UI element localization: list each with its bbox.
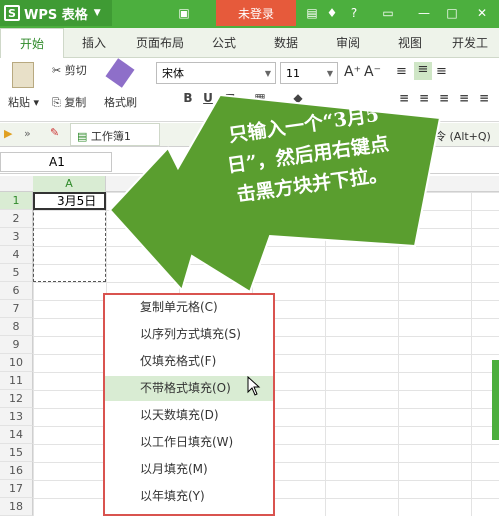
- folder-icon[interactable]: ▶: [4, 127, 12, 140]
- row-header[interactable]: 7: [0, 300, 33, 318]
- tab-insert[interactable]: 插入: [82, 34, 106, 51]
- tab-review[interactable]: 审阅: [336, 34, 360, 51]
- minimize-icon[interactable]: —: [416, 5, 432, 21]
- copy-button[interactable]: ⎘ 复制: [52, 94, 86, 110]
- sheet-icon: ▤: [77, 130, 88, 143]
- workbook-tab[interactable]: ▤ 工作簿1: [70, 123, 160, 146]
- underline-icon[interactable]: U: [200, 91, 216, 109]
- menu-item-fill-days[interactable]: 以天数填充(D): [105, 403, 273, 428]
- menu-item-fill-years[interactable]: 以年填充(Y): [105, 484, 273, 509]
- row-header[interactable]: 10: [0, 354, 33, 372]
- font-name-select[interactable]: 宋体 ▼: [156, 62, 276, 84]
- shirt-icon[interactable]: ♦: [324, 5, 340, 21]
- row-header[interactable]: 3: [0, 228, 33, 246]
- menu-item-fill-series[interactable]: 以序列方式填充(S): [105, 322, 273, 347]
- row-header[interactable]: 1: [0, 192, 33, 210]
- align-right-icon[interactable]: ≡: [436, 91, 452, 109]
- pin-icon[interactable]: ✎: [50, 126, 59, 139]
- paste-icon[interactable]: [12, 62, 34, 88]
- menu-item-fill-months[interactable]: 以月填充(M): [105, 457, 273, 482]
- justify-icon[interactable]: ≡: [456, 91, 472, 109]
- fill-color-icon[interactable]: ◆: [290, 91, 306, 109]
- cell-a1[interactable]: 3月5日: [33, 192, 106, 210]
- row-header[interactable]: 9: [0, 336, 33, 354]
- file-icon[interactable]: ▣: [176, 5, 192, 21]
- help-icon[interactable]: ?: [346, 5, 362, 21]
- mouse-cursor-icon: [247, 376, 261, 396]
- tab-developer[interactable]: 开发工: [452, 34, 488, 51]
- align-top-icon[interactable]: ≡: [396, 64, 407, 79]
- row-header[interactable]: 2: [0, 210, 33, 228]
- sidebar-toggle[interactable]: [492, 360, 499, 440]
- cut-button[interactable]: ✂ 剪切: [52, 62, 87, 78]
- app-menu-button[interactable]: S WPS 表格 ▼: [0, 0, 112, 26]
- copy-label: 复制: [64, 96, 87, 109]
- close-icon[interactable]: ✕: [474, 5, 490, 21]
- row-header[interactable]: 13: [0, 408, 33, 426]
- paste-button[interactable]: 粘贴 ▾: [8, 94, 39, 110]
- row-header[interactable]: 16: [0, 462, 33, 480]
- row-header[interactable]: 5: [0, 264, 33, 282]
- title-bar: S WPS 表格 ▼ ▣ 未登录 ▤ ♦ ? ▭ — □ ✕: [0, 0, 499, 28]
- decrease-font-icon[interactable]: A⁻: [364, 64, 381, 80]
- name-box[interactable]: A1: [0, 152, 112, 172]
- app-name: WPS 表格: [24, 7, 88, 23]
- row-header[interactable]: 15: [0, 444, 33, 462]
- row-header[interactable]: 8: [0, 318, 33, 336]
- maximize-icon[interactable]: □: [444, 5, 460, 21]
- menu-item-fill-formats[interactable]: 仅填充格式(F): [105, 349, 273, 374]
- fill-grid-icon[interactable]: ▦: [252, 91, 268, 109]
- font-size-select[interactable]: 11 ▼: [280, 62, 338, 84]
- tab-view[interactable]: 视图: [398, 34, 422, 51]
- copy-icon: ⎘: [52, 96, 61, 109]
- row-header[interactable]: 14: [0, 426, 33, 444]
- column-header-a[interactable]: A: [33, 176, 106, 192]
- row-header[interactable]: 6: [0, 282, 33, 300]
- login-button[interactable]: 未登录: [216, 0, 296, 26]
- row-header[interactable]: 17: [0, 480, 33, 498]
- restore-icon[interactable]: ▭: [380, 5, 396, 21]
- fill-context-menu: 复制单元格(C) 以序列方式填充(S) 仅填充格式(F) 不带格式填充(O) 以…: [103, 293, 275, 516]
- workbook-tab-label: 工作簿1: [90, 130, 131, 143]
- format-painter-button[interactable]: 格式刷: [104, 94, 137, 110]
- wps-logo-icon: S: [4, 5, 20, 21]
- menu-item-fill-weekdays[interactable]: 以工作日填充(W): [105, 430, 273, 455]
- tab-data[interactable]: 数据: [274, 34, 298, 51]
- tab-page-layout[interactable]: 页面布局: [136, 34, 184, 51]
- chevron-down-icon: ▼: [326, 69, 333, 78]
- font-name-value: 宋体: [162, 67, 184, 80]
- menu-item-copy-cells[interactable]: 复制单元格(C): [105, 295, 273, 320]
- double-arrow-icon[interactable]: »: [24, 127, 31, 140]
- ribbon-tabs: 开始 插入 页面布局 公式 数据 审阅 视图 开发工: [0, 28, 499, 58]
- row-header[interactable]: 11: [0, 372, 33, 390]
- chevron-down-icon: ▼: [93, 8, 101, 18]
- align-bottom-icon[interactable]: ≡: [436, 64, 447, 79]
- scissors-icon: ✂: [52, 64, 62, 77]
- increase-font-icon[interactable]: A⁺: [344, 64, 361, 80]
- cut-label: 剪切: [64, 64, 87, 77]
- font-size-value: 11: [286, 66, 300, 80]
- tab-formulas[interactable]: 公式: [212, 34, 236, 51]
- italic-icon[interactable]: [182, 91, 198, 109]
- skin-icon[interactable]: ▤: [304, 5, 320, 21]
- border-icon[interactable]: ⊞: [222, 91, 238, 109]
- distribute-icon[interactable]: ≡: [476, 91, 492, 109]
- row-header[interactable]: 4: [0, 246, 33, 264]
- paste-label: 粘贴: [8, 96, 30, 109]
- row-header[interactable]: 18: [0, 498, 33, 516]
- chevron-down-icon: ▼: [264, 69, 271, 78]
- align-middle-icon[interactable]: ≡: [414, 62, 432, 80]
- format-painter-icon[interactable]: [105, 58, 135, 88]
- command-search[interactable]: 命令 (Alt+Q): [424, 128, 491, 144]
- ribbon: 粘贴 ▾ ✂ 剪切 ⎘ 复制 格式刷 宋体 ▼ 11 ▼ A⁺ A⁻ ≡ ≡ ≡ B…: [0, 58, 499, 122]
- tab-home[interactable]: 开始: [0, 28, 64, 58]
- row-header[interactable]: 12: [0, 390, 33, 408]
